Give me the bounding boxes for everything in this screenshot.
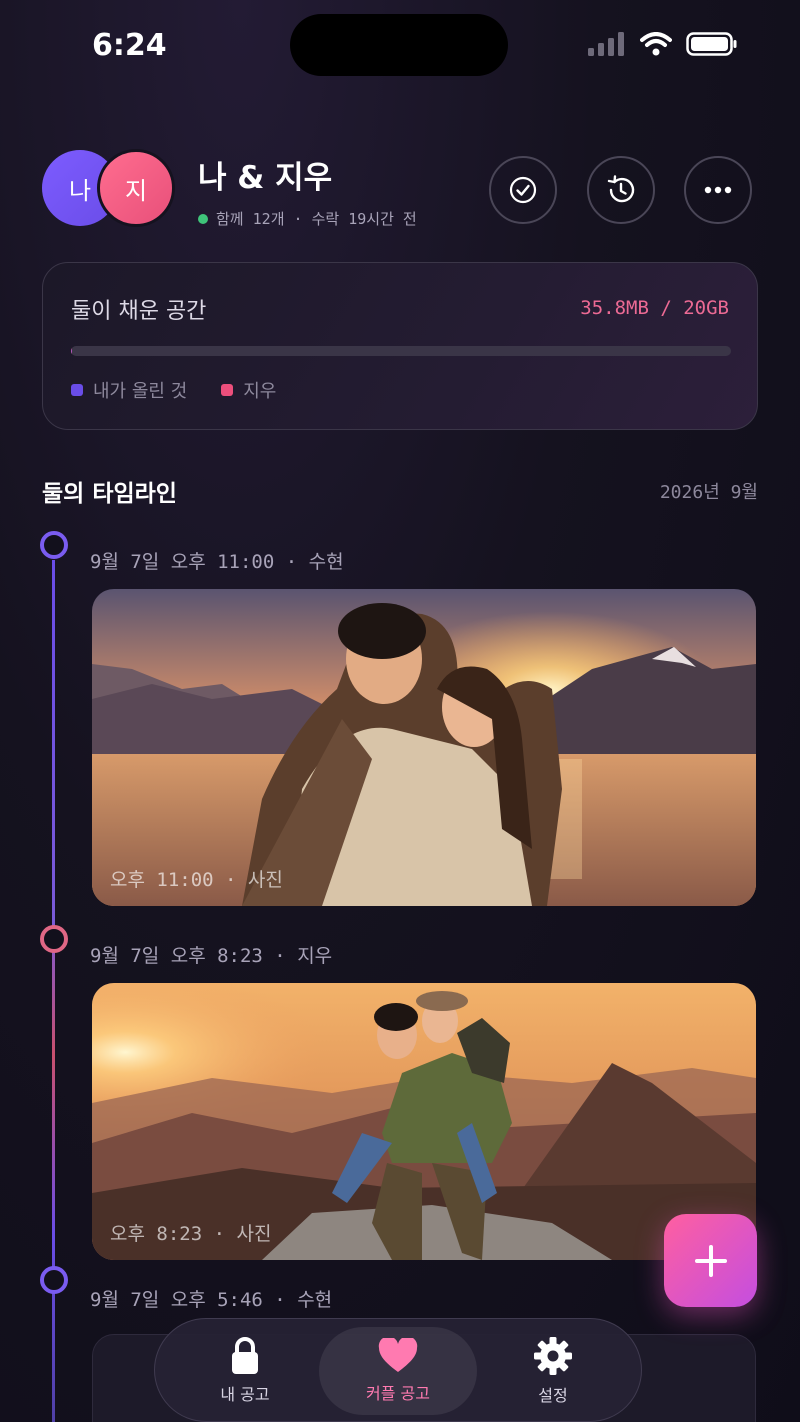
check-circle-icon	[509, 176, 537, 204]
storage-progress-fill	[71, 346, 73, 356]
timeline-node	[40, 1266, 68, 1294]
check-button[interactable]	[489, 156, 557, 224]
timeline-title: 둘의 타임라인	[42, 481, 177, 507]
couple-meta: 함께 12개 · 수락 19시간 전	[198, 208, 417, 229]
photo-caption: 오후 8:23 · 사진	[110, 1223, 272, 1245]
storage-value: 35.8MB / 20GB	[580, 297, 729, 319]
gear-icon	[534, 1337, 572, 1375]
entry-meta: 9월 7일 오후 5:46 · 수현	[90, 1289, 333, 1311]
photo-card[interactable]: 오후 8:23 · 사진	[92, 983, 756, 1260]
legend-partner-label: 지우	[243, 381, 277, 402]
app-screen: 6:24 나 지 나 & 지우 함께 12개 · 수락 19시간 전 둘이 채운…	[0, 0, 800, 1422]
wifi-icon	[640, 32, 672, 56]
timeline-node	[40, 925, 68, 953]
photo-card[interactable]: 오후 11:00 · 사진	[92, 589, 756, 906]
storage-legend: 내가 올린 것 지우	[71, 377, 276, 403]
entry-meta: 9월 7일 오후 11:00 · 수현	[90, 551, 344, 573]
avatar-partner-initial: 지	[124, 176, 148, 205]
entry-meta: 9월 7일 오후 8:23 · 지우	[90, 945, 333, 967]
plus-icon	[694, 1244, 727, 1277]
avatar-me-initial: 나	[68, 176, 92, 205]
legend-partner-swatch	[221, 384, 234, 396]
photo-caption: 오후 11:00 · 사진	[110, 869, 283, 891]
storage-title: 둘이 채운 공간	[71, 299, 207, 324]
couple-title: 나 & 지우	[198, 160, 333, 196]
more-dots-icon	[704, 186, 732, 194]
status-icons	[588, 32, 738, 56]
legend-me-label: 내가 올린 것	[93, 381, 188, 402]
legend-me-swatch	[71, 384, 83, 396]
nav-my-space[interactable]: 내 공고	[185, 1319, 305, 1422]
nav-couple-space[interactable]: 커플 공고	[338, 1319, 458, 1422]
timeline-node	[40, 531, 68, 559]
heart-icon	[378, 1338, 418, 1372]
couple-lake-photo	[92, 589, 756, 906]
camera-notch	[290, 14, 508, 76]
add-entry-button[interactable]	[664, 1214, 757, 1307]
nav-couple-space-label: 커플 공고	[366, 1384, 430, 1403]
nav-my-space-label: 내 공고	[220, 1385, 270, 1404]
history-button[interactable]	[587, 156, 655, 224]
battery-icon	[686, 32, 737, 56]
couple-meta-text: 함께 12개 · 수락 19시간 전	[216, 210, 417, 228]
status-time: 6:24	[92, 28, 167, 63]
nav-settings-label: 설정	[538, 1386, 568, 1405]
signal-icon	[588, 32, 624, 56]
online-status-dot	[198, 213, 208, 224]
avatar-partner[interactable]: 지	[97, 149, 175, 227]
timeline-date[interactable]: 2026년 9월	[660, 478, 758, 504]
more-button[interactable]	[684, 156, 752, 224]
storage-progress-bar	[71, 346, 731, 356]
bottom-nav: 내 공고 커플 공고 설정	[154, 1318, 642, 1422]
history-icon	[607, 175, 635, 203]
lock-icon	[232, 1337, 258, 1374]
nav-settings[interactable]: 설정	[493, 1319, 613, 1422]
storage-card[interactable]: 둘이 채운 공간 35.8MB / 20GB 내가 올린 것 지우	[42, 262, 758, 430]
